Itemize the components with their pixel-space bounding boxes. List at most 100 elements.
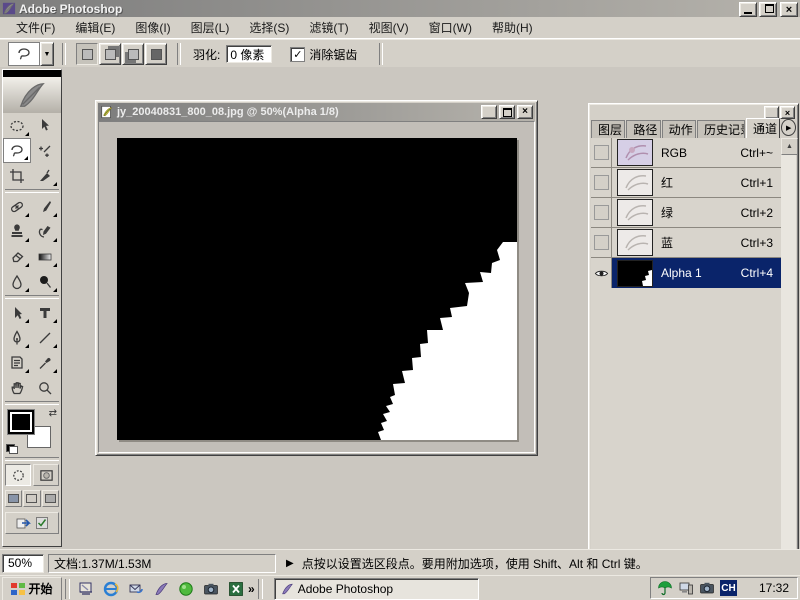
show-desktop-shortcut[interactable] bbox=[77, 580, 94, 597]
slice-tool[interactable] bbox=[31, 163, 59, 188]
acdsee-shortcut[interactable] bbox=[202, 580, 219, 597]
media-player-shortcut[interactable] bbox=[177, 580, 194, 597]
start-button[interactable]: 开始 bbox=[2, 577, 62, 600]
clone-stamp-tool[interactable] bbox=[3, 219, 31, 244]
fullscreen-mode-button[interactable] bbox=[42, 490, 59, 507]
doc-maximize-button[interactable] bbox=[499, 105, 515, 119]
ime-indicator[interactable]: CH bbox=[720, 580, 737, 596]
doc-minimize-button[interactable] bbox=[481, 105, 497, 119]
taskbar-clock[interactable]: 17:32 bbox=[759, 581, 789, 595]
pen-tool[interactable] bbox=[3, 325, 31, 350]
antivirus-umbrella-tray-icon[interactable] bbox=[657, 580, 673, 596]
menu-filter[interactable]: 滤镜(T) bbox=[299, 17, 358, 38]
scroll-up-button[interactable]: ▲ bbox=[781, 138, 798, 155]
channel-row-red[interactable]: 红 Ctrl+1 bbox=[591, 168, 781, 198]
swap-colors-icon[interactable]: ⇄ bbox=[49, 408, 57, 419]
menu-layer[interactable]: 图层(L) bbox=[181, 17, 240, 38]
intersect-selection-button[interactable] bbox=[145, 43, 167, 65]
default-colors-icon[interactable] bbox=[6, 444, 18, 454]
zoom-level-field[interactable]: 50% bbox=[2, 554, 44, 573]
palette-title-bar[interactable]: × bbox=[591, 106, 796, 118]
visibility-toggle[interactable] bbox=[591, 138, 612, 167]
camera-tray-icon[interactable] bbox=[699, 580, 715, 596]
hand-tool[interactable] bbox=[3, 375, 31, 400]
tab-layers[interactable]: 图层 bbox=[591, 120, 625, 138]
palette-close-button[interactable]: × bbox=[780, 106, 795, 119]
foreground-color-swatch[interactable] bbox=[8, 410, 34, 434]
visibility-toggle[interactable] bbox=[591, 168, 612, 197]
feather-input[interactable]: 0 像素 bbox=[226, 45, 272, 63]
magic-wand-tool[interactable] bbox=[31, 138, 59, 163]
menu-image[interactable]: 图像(I) bbox=[125, 17, 180, 38]
menu-view[interactable]: 视图(V) bbox=[359, 17, 419, 38]
current-tool-well[interactable] bbox=[8, 42, 40, 66]
tab-history[interactable]: 历史记录 bbox=[697, 120, 745, 138]
standard-mode-button[interactable] bbox=[5, 464, 31, 486]
document-title-bar[interactable]: jy_20040831_800_08.jpg @ 50%(Alpha 1/8) … bbox=[98, 103, 535, 121]
menu-window[interactable]: 窗口(W) bbox=[419, 17, 482, 38]
brush-tool[interactable] bbox=[31, 194, 59, 219]
quick-launch-overflow-chevron[interactable]: » bbox=[248, 582, 255, 596]
move-tool[interactable] bbox=[31, 113, 59, 138]
channel-row-rgb[interactable]: RGB Ctrl+~ bbox=[591, 138, 781, 168]
subtract-from-selection-button[interactable] bbox=[122, 43, 144, 65]
menu-edit[interactable]: 编辑(E) bbox=[65, 17, 125, 38]
line-shape-tool[interactable] bbox=[31, 325, 59, 350]
crop-tool[interactable] bbox=[3, 163, 31, 188]
eraser-tool[interactable] bbox=[3, 244, 31, 269]
network-computer-tray-icon[interactable] bbox=[678, 580, 694, 596]
notes-tool[interactable] bbox=[3, 350, 31, 375]
notes-icon bbox=[9, 355, 25, 371]
photoshop-task-icon bbox=[280, 582, 294, 596]
document-canvas-area bbox=[98, 121, 535, 453]
excel-shortcut[interactable] bbox=[227, 580, 244, 597]
path-selection-tool[interactable] bbox=[3, 300, 31, 325]
menu-select[interactable]: 选择(S) bbox=[239, 17, 299, 38]
menu-file[interactable]: 文件(F) bbox=[6, 17, 65, 38]
gradient-tool[interactable] bbox=[31, 244, 59, 269]
palette-scrollbar[interactable]: ▲ ▼ bbox=[781, 138, 796, 588]
photoshop-shortcut[interactable] bbox=[152, 580, 169, 597]
status-popup-arrow-icon[interactable]: ▶ bbox=[286, 558, 294, 569]
minimize-button[interactable] bbox=[739, 2, 757, 17]
channel-row-blue[interactable]: 蓝 Ctrl+3 bbox=[591, 228, 781, 258]
channel-row-green[interactable]: 绿 Ctrl+2 bbox=[591, 198, 781, 228]
adobe-online-button[interactable] bbox=[3, 77, 61, 113]
add-to-selection-button[interactable] bbox=[99, 43, 121, 65]
channel-row-alpha1-selected[interactable]: Alpha 1 Ctrl+4 bbox=[591, 258, 781, 288]
lasso-tool-selected[interactable] bbox=[3, 138, 31, 163]
tab-paths[interactable]: 路径 bbox=[626, 120, 660, 138]
eyedropper-tool[interactable] bbox=[31, 350, 59, 375]
blur-tool[interactable] bbox=[3, 269, 31, 294]
close-button[interactable]: × bbox=[780, 2, 798, 17]
type-tool[interactable] bbox=[31, 300, 59, 325]
internet-explorer-shortcut[interactable] bbox=[102, 580, 119, 597]
palette-menu-button[interactable]: ▶ bbox=[781, 119, 796, 136]
visibility-toggle[interactable] bbox=[591, 228, 612, 257]
toolbox-drag-bar[interactable] bbox=[3, 70, 61, 77]
visibility-toggle[interactable] bbox=[591, 198, 612, 227]
tab-channels-active[interactable]: 通道 bbox=[746, 118, 780, 138]
restore-button[interactable] bbox=[759, 2, 777, 17]
doc-close-button[interactable]: × bbox=[517, 105, 533, 119]
document-size-indicator[interactable]: 文档:1.37M/1.53M bbox=[48, 554, 276, 573]
antialias-checkbox[interactable]: ✓ bbox=[290, 47, 305, 62]
visibility-toggle-on[interactable] bbox=[591, 258, 612, 288]
image-canvas[interactable] bbox=[117, 138, 517, 440]
tab-actions[interactable]: 动作 bbox=[662, 120, 696, 138]
fullscreen-with-menubar-button[interactable] bbox=[23, 490, 40, 507]
standard-screen-mode-button[interactable] bbox=[5, 490, 22, 507]
app-title-bar[interactable]: Adobe Photoshop × bbox=[0, 0, 800, 17]
healing-brush-tool[interactable] bbox=[3, 194, 31, 219]
dodge-tool[interactable] bbox=[31, 269, 59, 294]
zoom-tool[interactable] bbox=[31, 375, 59, 400]
jump-to-imageready-button[interactable] bbox=[5, 512, 59, 534]
menu-help[interactable]: 帮助(H) bbox=[482, 17, 543, 38]
tool-preset-dropdown[interactable]: ▼ bbox=[40, 42, 54, 66]
history-brush-tool[interactable] bbox=[31, 219, 59, 244]
new-selection-button[interactable] bbox=[76, 43, 98, 65]
outlook-express-shortcut[interactable] bbox=[127, 580, 144, 597]
marquee-tool[interactable] bbox=[3, 113, 31, 138]
taskbar-button-photoshop-active[interactable]: Adobe Photoshop bbox=[274, 578, 479, 600]
quick-mask-mode-button[interactable] bbox=[33, 464, 59, 486]
